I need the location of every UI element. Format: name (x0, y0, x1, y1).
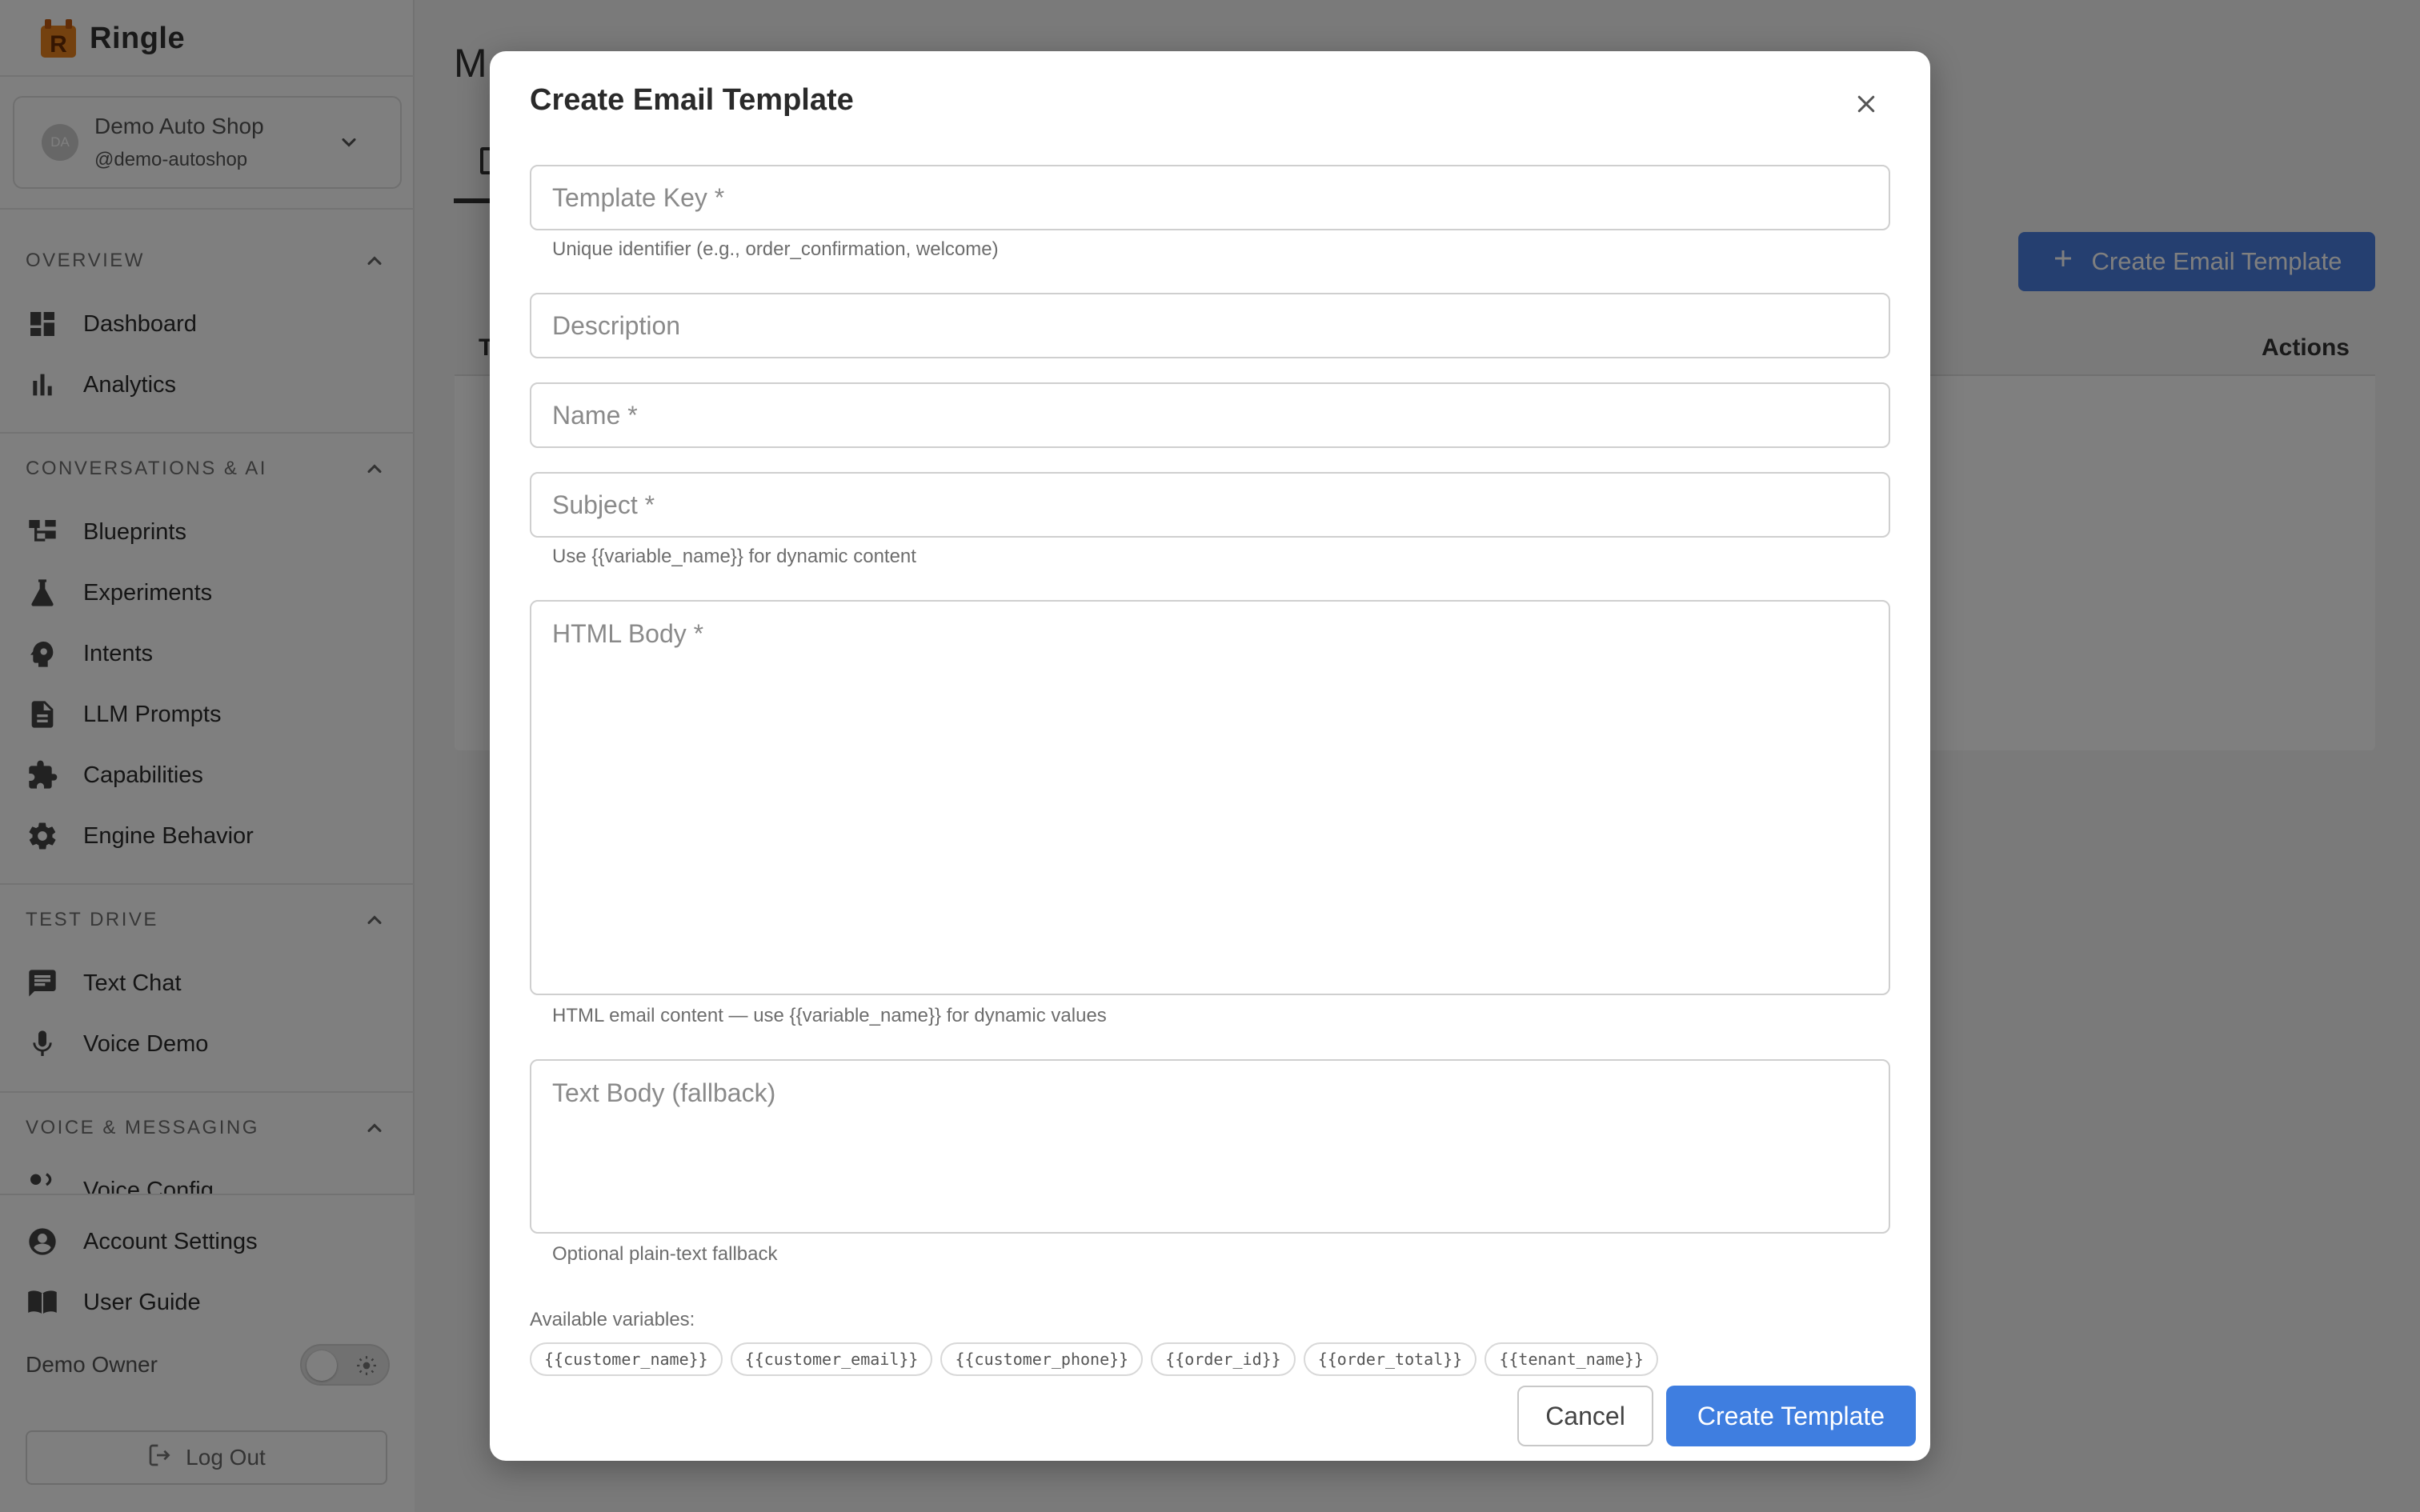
variable-chip[interactable]: {{customer_email}} (730, 1342, 933, 1376)
template-key-input[interactable] (531, 166, 1889, 229)
variable-chip[interactable]: {{customer_name}} (530, 1342, 723, 1376)
cancel-button[interactable]: Cancel (1517, 1386, 1653, 1446)
variable-chip[interactable]: {{customer_phone}} (940, 1342, 1144, 1376)
name-input[interactable] (531, 384, 1889, 446)
text-body-field (530, 1059, 1890, 1234)
html-body-field (530, 600, 1890, 995)
variable-chip[interactable]: {{order_total}} (1303, 1342, 1477, 1376)
variable-chip[interactable]: {{tenant_name}} (1484, 1342, 1658, 1376)
template-key-field (530, 165, 1890, 230)
name-field (530, 382, 1890, 448)
subject-field (530, 472, 1890, 538)
subject-helper: Use {{variable_name}} for dynamic conten… (552, 546, 916, 567)
description-field (530, 293, 1890, 358)
variable-chip[interactable]: {{order_id}} (1151, 1342, 1296, 1376)
subject-input[interactable] (531, 474, 1889, 536)
html-body-helper: HTML email content — use {{variable_name… (552, 1005, 1107, 1026)
description-input[interactable] (531, 294, 1889, 357)
html-body-textarea[interactable] (531, 602, 1889, 994)
create-email-template-dialog: Create Email Template Unique identifier … (490, 51, 1930, 1461)
close-icon[interactable] (1850, 88, 1882, 120)
available-variables-label: Available variables: (530, 1309, 695, 1330)
dialog-title: Create Email Template (530, 83, 854, 117)
create-template-button[interactable]: Create Template (1666, 1386, 1916, 1446)
template-key-helper: Unique identifier (e.g., order_confirmat… (552, 238, 999, 260)
text-body-textarea[interactable] (531, 1061, 1889, 1232)
text-body-helper: Optional plain-text fallback (552, 1243, 778, 1265)
variable-chips: {{customer_name}} {{customer_email}} {{c… (530, 1342, 1658, 1376)
